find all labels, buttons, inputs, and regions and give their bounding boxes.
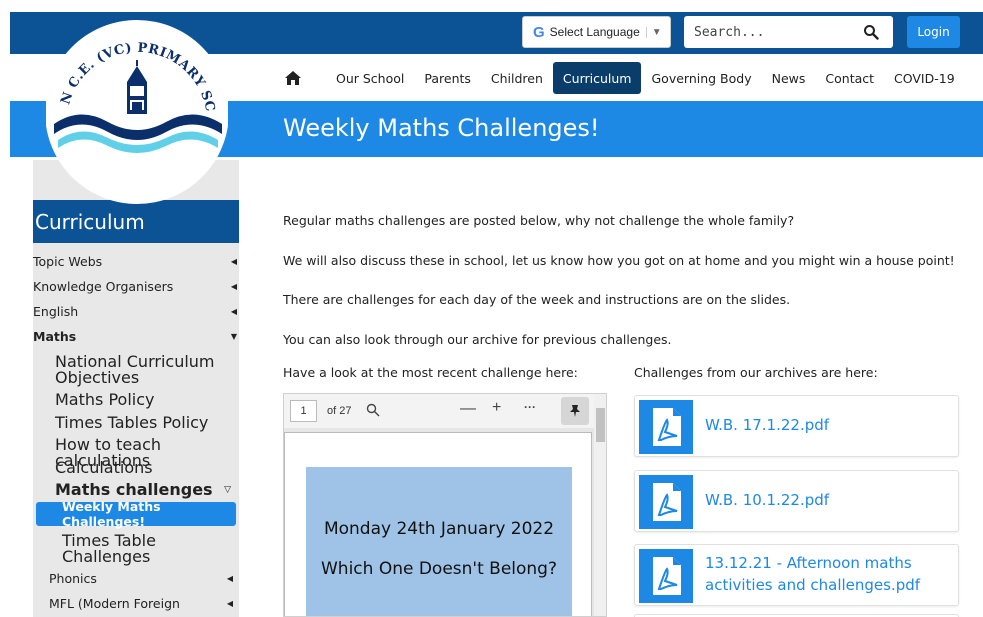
chevron-left-icon[interactable]: ◀ <box>229 304 239 319</box>
sidebar-item-english[interactable]: English ◀ <box>33 304 239 319</box>
chevron-left-icon[interactable]: ◀ <box>225 571 235 586</box>
sidebar-item-label: Maths <box>33 329 77 344</box>
pdf-scroll-thumb[interactable] <box>596 408 605 442</box>
sidebar-item-label: MFL (Modern Foreign <box>49 596 180 611</box>
recent-challenge-heading: Have a look at the most recent challenge… <box>283 365 578 380</box>
nav-news[interactable]: News <box>762 62 816 94</box>
sidebar-item-phonics[interactable]: Phonics ◀ <box>49 571 235 586</box>
archive-item[interactable]: W.B. 17.1.22.pdf <box>634 395 959 457</box>
archive-item[interactable]: 13.12.21 - Afternoon maths activities an… <box>634 544 959 606</box>
page-title: Weekly Maths Challenges! <box>283 114 600 142</box>
slide-date: Monday 24th January 2022 <box>323 519 555 539</box>
nav-our-school[interactable]: Our School <box>326 62 414 94</box>
intro-paragraph-4: You can also look through our archive fo… <box>283 332 672 347</box>
nav-children[interactable]: Children <box>481 62 553 94</box>
sidebar-item-weekly-maths-challenges[interactable]: Weekly Maths Challenges! <box>36 499 236 529</box>
pdf-page: Monday 24th January 2022 Which One Doesn… <box>284 432 592 616</box>
login-button[interactable]: Login <box>907 16 960 48</box>
sidebar-item-label: Knowledge Organisers <box>33 279 174 294</box>
sidebar-sub-calculations[interactable]: Calculations <box>55 460 235 476</box>
sidebar-sub-national-curriculum[interactable]: National Curriculum Objectives <box>55 354 235 386</box>
sidebar-item-mfl[interactable]: MFL (Modern Foreign ◀ <box>49 596 235 611</box>
home-icon[interactable] <box>284 70 302 86</box>
pdf-file-icon <box>639 475 693 529</box>
nav-governing-body[interactable]: Governing Body <box>641 62 761 94</box>
zoom-out-icon[interactable]: — <box>460 400 476 418</box>
pdf-page-count: of 27 <box>327 405 352 417</box>
select-language-button[interactable]: G Select Language ▼ <box>522 16 671 48</box>
archive-link[interactable]: 13.12.21 - Afternoon maths activities an… <box>705 552 945 596</box>
nav-contact[interactable]: Contact <box>815 62 884 94</box>
sidebar-item-label: Topic Webs <box>33 254 103 269</box>
search-box <box>684 16 893 48</box>
school-logo[interactable]: SUTTON C.E. (VC) PRIMARY SCHOOL <box>46 0 228 205</box>
sidebar-sub-maths-challenges[interactable]: ▽ Maths challenges <box>55 482 235 498</box>
chevron-left-icon[interactable]: ◀ <box>229 254 239 269</box>
nav-parents[interactable]: Parents <box>414 62 481 94</box>
intro-paragraph-1: Regular maths challenges are posted belo… <box>283 213 795 228</box>
zoom-in-icon[interactable]: + <box>492 399 501 417</box>
sidebar-sub-times-table-challenges[interactable]: Times Table Challenges <box>62 533 242 565</box>
sidebar-item-topic-webs[interactable]: Topic Webs ◀ <box>33 254 239 269</box>
sidebar-item-knowledge-organisers[interactable]: Knowledge Organisers ◀ <box>33 279 239 294</box>
chevron-down-icon[interactable]: ▼ <box>229 329 239 344</box>
sidebar-item-label: English <box>33 304 79 319</box>
pdf-search-icon[interactable] <box>366 403 380 417</box>
pdf-slide: Monday 24th January 2022 Which One Doesn… <box>306 467 572 616</box>
archive-item[interactable]: W.B. 10.1.22.pdf <box>634 470 959 532</box>
archive-link[interactable]: W.B. 17.1.22.pdf <box>705 414 829 436</box>
language-dropdown-arrow-icon: ▼ <box>645 26 662 38</box>
archive-heading: Challenges from our archives are here: <box>634 365 878 380</box>
select-language-label: Select Language <box>549 25 640 39</box>
sidebar-item-maths[interactable]: Maths ▼ <box>33 329 239 344</box>
sidebar-sub-times-tables-policy[interactable]: Times Tables Policy <box>55 415 235 431</box>
search-icon[interactable] <box>863 24 879 40</box>
pin-icon[interactable] <box>561 397 589 425</box>
intro-paragraph-3: There are challenges for each day of the… <box>283 292 791 307</box>
pdf-page-input[interactable]: 1 <box>290 400 317 422</box>
google-icon: G <box>533 23 545 41</box>
pdf-viewer[interactable]: 1 of 27 — + ··· Monday 24th January 2022… <box>283 393 607 617</box>
pdf-toolbar: 1 of 27 — + ··· <box>284 394 594 428</box>
sidebar-item-label: Phonics <box>49 571 97 586</box>
sidebar-item-label[interactable]: ▽ <box>224 482 235 498</box>
search-input[interactable] <box>684 17 854 47</box>
pdf-file-icon <box>639 549 693 603</box>
slide-question: Which One Doesn't Belong? <box>320 559 557 579</box>
pdf-scrollbar[interactable] <box>594 394 606 616</box>
chevron-left-icon[interactable]: ◀ <box>225 596 235 611</box>
pdf-file-icon <box>639 400 693 454</box>
more-options-icon[interactable]: ··· <box>524 400 536 414</box>
main-nav: Our School Parents Children Curriculum G… <box>270 62 965 94</box>
chevron-left-icon[interactable]: ◀ <box>229 279 239 294</box>
nav-curriculum[interactable]: Curriculum <box>552 62 642 94</box>
archive-link[interactable]: W.B. 10.1.22.pdf <box>705 489 829 511</box>
sidebar-item-label: Maths challenges <box>55 480 213 499</box>
sidebar-heading: Curriculum <box>33 200 239 243</box>
nav-covid-19[interactable]: COVID-19 <box>884 62 965 94</box>
intro-paragraph-2: We will also discuss these in school, le… <box>283 253 955 268</box>
sidebar-sub-maths-policy[interactable]: Maths Policy <box>55 392 235 408</box>
